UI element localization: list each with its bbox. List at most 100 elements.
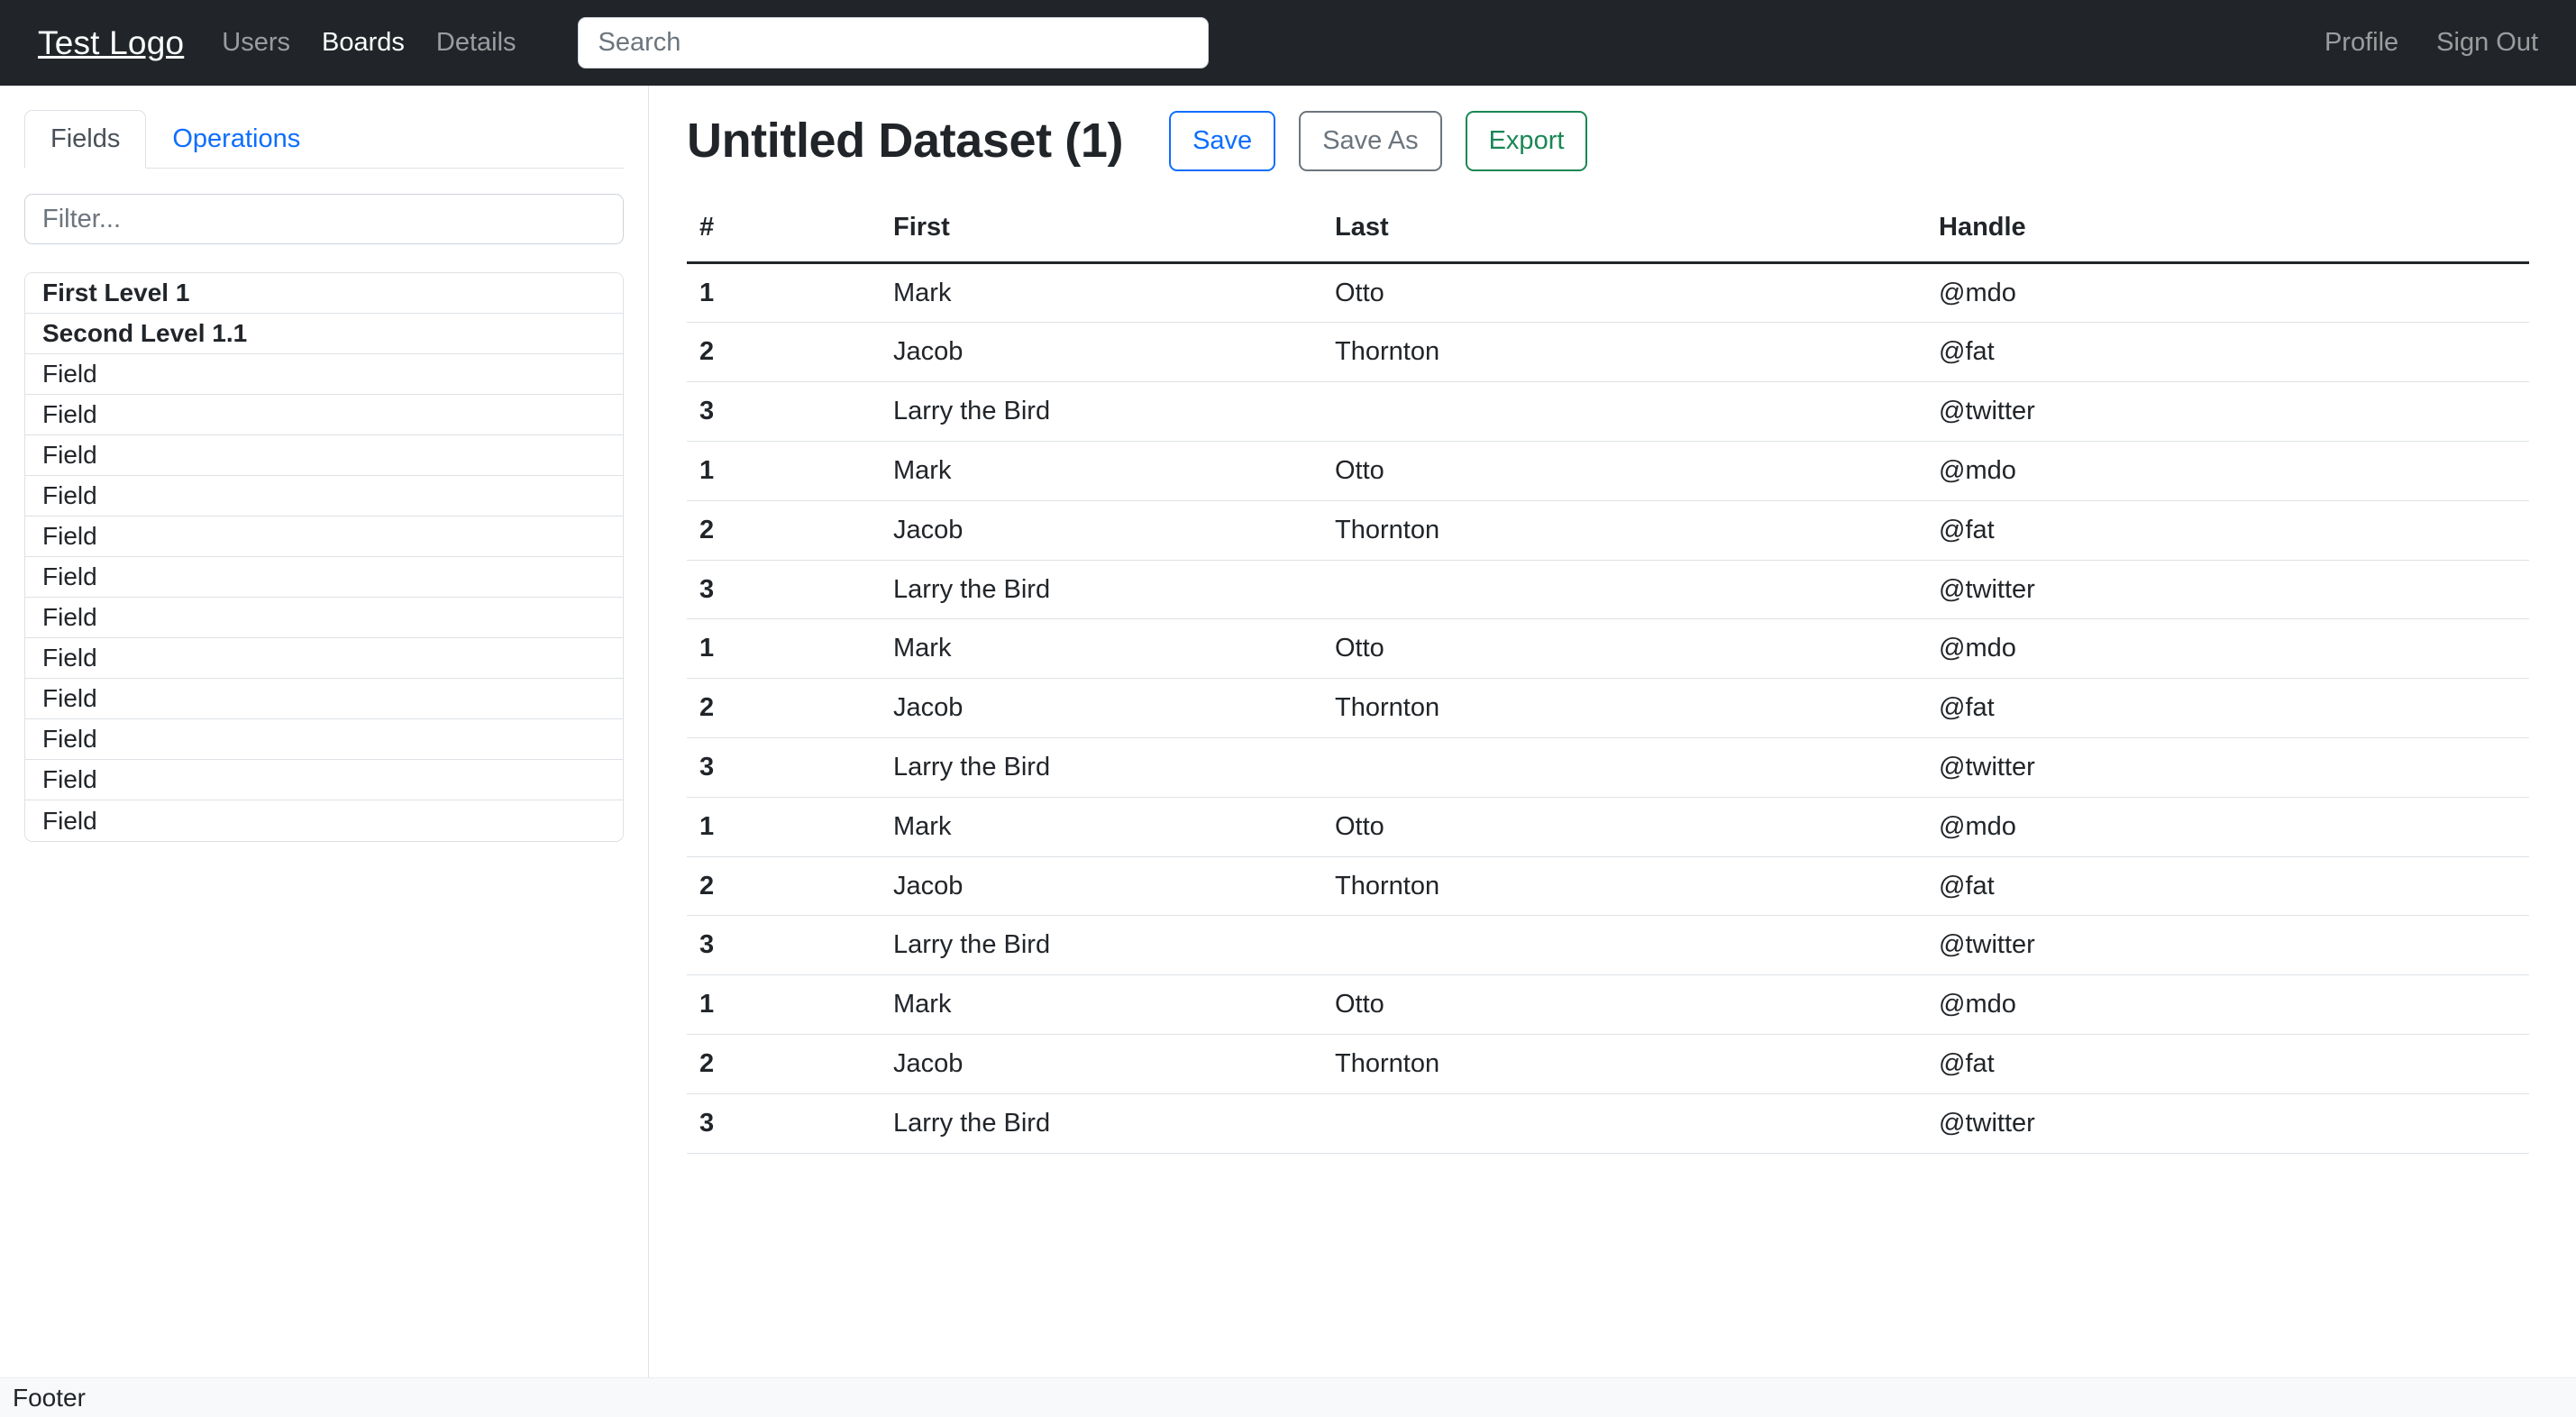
sidebar-panel: Fields Operations First Level 1Second Le… — [0, 86, 649, 1377]
cell-handle: @mdo — [1926, 618, 2529, 680]
table-row[interactable]: 3 Larry the Bird @twitter — [687, 915, 2529, 976]
table-row[interactable]: 2 Jacob Thornton @fat — [687, 678, 2529, 738]
field-list-item[interactable]: Field — [25, 679, 623, 719]
cell-row-number: 1 — [687, 262, 881, 324]
cell-last: Thornton — [1322, 856, 1926, 917]
primary-nav: Users Boards Details — [222, 28, 516, 58]
field-list-item[interactable]: Field — [25, 435, 623, 476]
cell-last: Otto — [1322, 974, 1926, 1035]
field-list-item[interactable]: Field — [25, 354, 623, 395]
table-row[interactable]: 1 Mark Otto @mdo — [687, 262, 2529, 324]
cell-row-number: 1 — [687, 797, 881, 857]
table-row[interactable]: 2 Jacob Thornton @fat — [687, 856, 2529, 917]
search-container — [577, 17, 1209, 69]
brand-logo[interactable]: Test Logo — [38, 24, 184, 62]
search-input[interactable] — [577, 17, 1209, 69]
cell-last: Thornton — [1322, 322, 1926, 383]
cell-last: Otto — [1322, 262, 1926, 324]
column-header-last[interactable]: Last — [1322, 197, 1926, 264]
table-row[interactable]: 1 Mark Otto @mdo — [687, 974, 2529, 1035]
table-row[interactable]: 1 Mark Otto @mdo — [687, 441, 2529, 501]
cell-row-number: 2 — [687, 322, 881, 383]
main-content: Untitled Dataset (1) Save Save As Export… — [649, 86, 2576, 1377]
field-list-item[interactable]: Field — [25, 638, 623, 679]
table-row[interactable]: 3 Larry the Bird @twitter — [687, 1093, 2529, 1154]
field-group-header[interactable]: Second Level 1.1 — [25, 314, 623, 354]
table-row[interactable]: 2 Jacob Thornton @fat — [687, 322, 2529, 383]
table-row[interactable]: 3 Larry the Bird @twitter — [687, 737, 2529, 798]
cell-first: Jacob — [881, 856, 1322, 917]
cell-last: Otto — [1322, 618, 1926, 680]
tab-operations[interactable]: Operations — [146, 110, 326, 169]
cell-handle: @fat — [1926, 1034, 2529, 1094]
main-header: Untitled Dataset (1) Save Save As Export — [687, 111, 2529, 171]
field-list-item[interactable]: Field — [25, 800, 623, 841]
cell-handle: @mdo — [1926, 262, 2529, 324]
export-button[interactable]: Export — [1465, 111, 1588, 171]
cell-row-number: 3 — [687, 737, 881, 798]
nav-link-boards[interactable]: Boards — [322, 28, 405, 58]
column-header-first[interactable]: First — [881, 197, 1322, 264]
cell-row-number: 1 — [687, 441, 881, 501]
cell-last — [1322, 1093, 1926, 1154]
cell-first: Mark — [881, 441, 1322, 501]
cell-row-number: 2 — [687, 1034, 881, 1094]
table-row[interactable]: 3 Larry the Bird @twitter — [687, 381, 2529, 442]
tab-fields[interactable]: Fields — [24, 110, 147, 169]
table-row[interactable]: 2 Jacob Thornton @fat — [687, 1034, 2529, 1094]
cell-first: Mark — [881, 797, 1322, 857]
cell-first: Larry the Bird — [881, 915, 1322, 976]
secondary-nav: Profile Sign Out — [2325, 28, 2538, 58]
cell-handle: @fat — [1926, 500, 2529, 561]
cell-row-number: 3 — [687, 381, 881, 442]
cell-first: Mark — [881, 618, 1322, 680]
table-row[interactable]: 1 Mark Otto @mdo — [687, 797, 2529, 857]
cell-handle: @mdo — [1926, 441, 2529, 501]
field-group-header[interactable]: First Level 1 — [25, 273, 623, 314]
nav-link-profile[interactable]: Profile — [2325, 28, 2398, 58]
cell-last — [1322, 560, 1926, 620]
cell-row-number: 3 — [687, 1093, 881, 1154]
cell-handle: @twitter — [1926, 737, 2529, 798]
table-row[interactable]: 1 Mark Otto @mdo — [687, 618, 2529, 680]
cell-row-number: 1 — [687, 618, 881, 680]
cell-first: Jacob — [881, 1034, 1322, 1094]
save-as-button[interactable]: Save As — [1299, 111, 1442, 171]
cell-row-number: 3 — [687, 560, 881, 620]
save-button[interactable]: Save — [1169, 111, 1276, 171]
table-row[interactable]: 3 Larry the Bird @twitter — [687, 560, 2529, 620]
field-list-item[interactable]: Field — [25, 719, 623, 760]
sidebar-tabs: Fields Operations — [24, 110, 624, 169]
page-footer: Footer — [0, 1377, 2576, 1417]
cell-row-number: 2 — [687, 678, 881, 738]
cell-first: Jacob — [881, 678, 1322, 738]
cell-last: Thornton — [1322, 1034, 1926, 1094]
dataset-table: # First Last Handle 1 Mark Otto @mdo 2 Jacob T… — [687, 197, 2529, 1154]
field-list-item[interactable]: Field — [25, 557, 623, 598]
nav-link-users[interactable]: Users — [222, 28, 290, 58]
cell-first: Mark — [881, 974, 1322, 1035]
cell-last: Thornton — [1322, 500, 1926, 561]
filter-input[interactable] — [24, 194, 624, 244]
cell-last — [1322, 915, 1926, 976]
top-navbar: Test Logo Users Boards Details Profile S… — [0, 0, 2576, 86]
cell-last: Thornton — [1322, 678, 1926, 738]
field-list-item[interactable]: Field — [25, 476, 623, 517]
nav-link-sign-out[interactable]: Sign Out — [2436, 28, 2538, 58]
cell-handle: @mdo — [1926, 797, 2529, 857]
field-list-item[interactable]: Field — [25, 598, 623, 638]
cell-last: Otto — [1322, 797, 1926, 857]
field-list-item[interactable]: Field — [25, 760, 623, 800]
table-row[interactable]: 2 Jacob Thornton @fat — [687, 500, 2529, 561]
field-list-item[interactable]: Field — [25, 517, 623, 557]
column-header-num[interactable]: # — [687, 197, 881, 264]
table-header-row: # First Last Handle — [687, 197, 2529, 264]
cell-handle: @twitter — [1926, 915, 2529, 976]
column-header-handle[interactable]: Handle — [1926, 197, 2529, 264]
cell-first: Larry the Bird — [881, 737, 1322, 798]
nav-link-details[interactable]: Details — [436, 28, 516, 58]
table-body: 1 Mark Otto @mdo 2 Jacob Thornton @fat 3 Larry th… — [687, 262, 2529, 1154]
field-list-item[interactable]: Field — [25, 395, 623, 435]
cell-row-number: 2 — [687, 500, 881, 561]
cell-handle: @fat — [1926, 678, 2529, 738]
